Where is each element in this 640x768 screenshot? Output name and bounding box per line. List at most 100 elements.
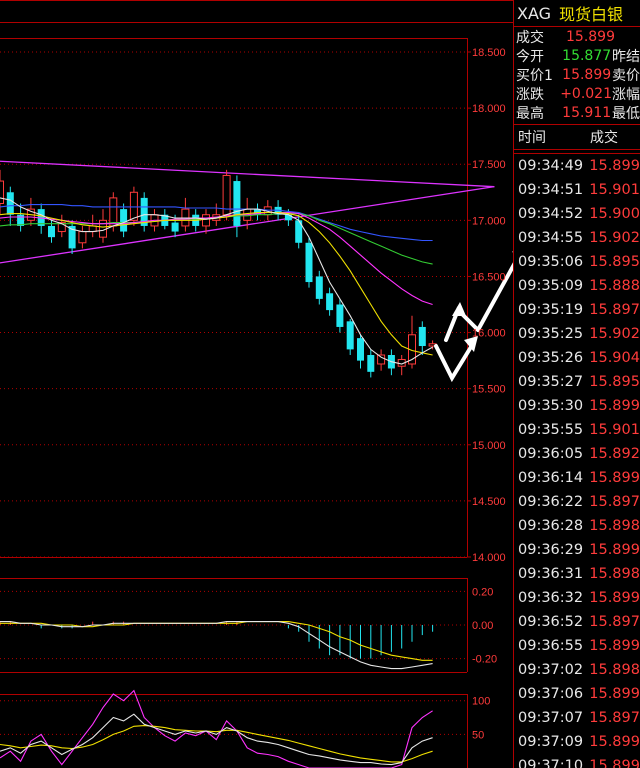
tick-row[interactable]: 09:37:10 15.899 <box>514 754 640 768</box>
tick-row[interactable]: 09:34:51 15.901 <box>514 178 640 202</box>
quote-label: 成交 <box>516 29 544 46</box>
tick-row[interactable]: 09:36:28 15.898 <box>514 514 640 538</box>
candle-body <box>78 231 87 244</box>
quote-label: 涨跌 <box>516 86 544 103</box>
tick-price: 15.899 <box>589 158 640 174</box>
price-axis-label: 15.500 <box>472 384 506 396</box>
tick-row[interactable]: 09:36:52 15.897 <box>514 610 640 634</box>
grid <box>0 0 513 558</box>
tick-row[interactable]: 09:35:27 15.895 <box>514 370 640 394</box>
candle-body <box>88 225 97 233</box>
tick-row[interactable]: 09:35:25 15.902 <box>514 322 640 346</box>
price-axis-label: 18.500 <box>472 47 506 59</box>
tick-row[interactable]: 09:37:06 15.899 <box>514 682 640 706</box>
tick-price: 15.899 <box>589 638 640 654</box>
kdj-axis-label: 100 <box>472 696 490 708</box>
arrow-stroke <box>476 262 513 332</box>
quote-row: 成交 15.899 <box>514 27 640 46</box>
tick-time: 09:36:29 <box>518 542 584 558</box>
tick-price: 15.899 <box>589 542 640 558</box>
tick-time: 09:34:51 <box>518 182 584 198</box>
tick-price: 15.899 <box>589 758 640 768</box>
tick-time: 09:36:28 <box>518 518 584 534</box>
tick-row[interactable]: 09:34:55 15.902 <box>514 226 640 250</box>
quote-value: 15.899 <box>566 28 615 45</box>
tick-row[interactable]: 09:36:29 15.899 <box>514 538 640 562</box>
tick-row[interactable]: 09:36:14 15.899 <box>514 466 640 490</box>
candle-body <box>109 197 118 227</box>
quote-value: 15.899 <box>562 66 612 83</box>
tick-time: 09:35:06 <box>518 254 584 270</box>
tick-row[interactable]: 09:35:30 15.899 <box>514 394 640 418</box>
tick-row[interactable]: 09:34:49 15.899 <box>514 154 640 178</box>
price-axis-label: 17.500 <box>472 159 506 171</box>
tick-time: 09:34:55 <box>518 230 584 246</box>
kdj-panel <box>0 689 468 768</box>
tick-row[interactable]: 09:35:55 15.901 <box>514 418 640 442</box>
kdj-j-line <box>0 689 433 768</box>
tick-row[interactable]: 09:36:22 15.897 <box>514 490 640 514</box>
candle-body <box>6 192 14 215</box>
ticks-header-time: 时间 <box>518 130 546 146</box>
tick-price: 15.900 <box>589 206 640 222</box>
tick-time: 09:36:52 <box>518 614 584 630</box>
tick-row[interactable]: 09:35:26 15.904 <box>514 346 640 370</box>
tick-row[interactable]: 09:34:52 15.900 <box>514 202 640 226</box>
candle-body <box>129 191 138 221</box>
tick-time: 09:35:19 <box>518 302 584 318</box>
price-axis-label: 14.000 <box>472 552 506 564</box>
kdj-axis-label: 50 <box>472 729 484 741</box>
price-axis-label: 17.000 <box>472 215 506 227</box>
quote-row: 涨跌 +0.021 涨幅 <box>514 84 640 103</box>
tick-price: 15.899 <box>589 734 640 750</box>
quote-label: 最高 <box>516 105 544 122</box>
tick-price: 15.902 <box>589 326 640 342</box>
candle-body <box>326 293 334 311</box>
symbol-code: XAG <box>517 3 552 23</box>
candle-body <box>181 208 190 227</box>
candles <box>0 169 437 378</box>
ticks-header: 时间 成交 <box>514 124 640 150</box>
symbol-name: 现货白银 <box>559 5 624 24</box>
kdj-d-line <box>0 725 433 763</box>
price-axis-label: 14.500 <box>472 496 506 508</box>
quote-extra-label: 昨结 <box>612 48 640 65</box>
tick-row[interactable]: 09:37:07 15.897 <box>514 706 640 730</box>
macd-axis-label: -0.20 <box>472 654 497 666</box>
tick-row[interactable]: 09:35:06 15.895 <box>514 250 640 274</box>
tick-time: 09:35:25 <box>518 326 584 342</box>
candle-body <box>305 242 313 283</box>
quote-row: 今开 15.877 昨结 <box>514 46 640 65</box>
macd-panel <box>0 578 468 673</box>
tick-row[interactable]: 09:35:09 15.888 <box>514 274 640 298</box>
macd-axis-label: 0.00 <box>472 620 493 632</box>
tick-row[interactable]: 09:36:31 15.898 <box>514 562 640 586</box>
quote-header: XAG 现货白银 <box>514 0 640 27</box>
tick-price: 15.895 <box>589 374 640 390</box>
tick-row[interactable]: 09:36:05 15.892 <box>514 442 640 466</box>
tick-time: 09:34:52 <box>518 206 584 222</box>
tick-row[interactable]: 09:37:02 15.898 <box>514 658 640 682</box>
tick-row[interactable]: 09:36:55 15.899 <box>514 634 640 658</box>
tick-price: 15.897 <box>589 710 640 726</box>
ma-yellow-line <box>0 211 433 356</box>
candle-body <box>346 321 354 350</box>
candle-body <box>233 181 241 226</box>
ticks-list[interactable]: 09:34:49 15.899 09:34:51 15.901 09:34:52 15.9… <box>514 153 640 768</box>
chart-area[interactable]: 18.500 18.000 17.500 17.000 16.500 16.000 15.5… <box>0 0 513 768</box>
macd-axis-label: 0.20 <box>472 586 493 598</box>
tick-price: 15.897 <box>589 614 640 630</box>
tick-time: 09:36:55 <box>518 638 584 654</box>
price-axis-label: 16.500 <box>472 271 506 283</box>
kline-chart-svg[interactable]: 18.500 18.000 17.500 17.000 16.500 16.000 15.5… <box>0 0 513 768</box>
tick-time: 09:35:26 <box>518 350 584 366</box>
candle-body <box>377 354 386 365</box>
candle-body <box>202 214 210 227</box>
tick-row[interactable]: 09:36:32 15.899 <box>514 586 640 610</box>
tick-time: 09:37:09 <box>518 734 584 750</box>
quote-row: 买价1 15.899 卖价 <box>514 65 640 84</box>
tick-row[interactable]: 09:37:09 15.899 <box>514 730 640 754</box>
tick-row[interactable]: 09:35:19 15.897 <box>514 298 640 322</box>
candle-body <box>315 276 323 299</box>
quote-value: +0.021 <box>560 85 612 102</box>
